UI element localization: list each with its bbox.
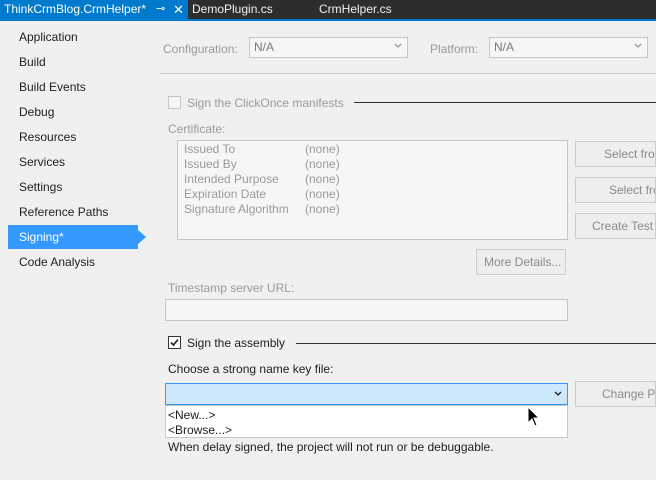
configuration-label: Configuration:	[163, 42, 238, 56]
certificate-label: Certificate:	[168, 122, 226, 136]
cert-intended-purpose: Intended Purpose (none)	[184, 172, 340, 186]
nav-item-reference-paths[interactable]: Reference Paths	[8, 200, 138, 224]
configuration-select[interactable]: N/A	[249, 37, 408, 58]
cert-issued-by: Issued By (none)	[184, 157, 340, 171]
dropdown-option-new[interactable]: <New...>	[168, 407, 215, 423]
nav-item-signing[interactable]: Signing*	[8, 225, 138, 249]
chevron-down-icon	[394, 43, 402, 48]
create-test-certificate-button[interactable]: Create Test Certificate...	[575, 213, 656, 239]
certificate-details-box: Issued To (none) Issued By (none) Intended…	[177, 140, 568, 240]
platform-value: N/A	[494, 40, 515, 54]
tab-title: CrmHelper.cs	[319, 2, 392, 16]
cert-expiration-date: Expiration Date (none)	[184, 187, 340, 201]
sign-assembly-label: Sign the assembly	[187, 336, 286, 350]
close-icon[interactable]: ✕	[173, 0, 184, 19]
pin-icon[interactable]: ⊸	[156, 0, 165, 19]
platform-select[interactable]: N/A	[489, 37, 648, 58]
sign-manifests-label: Sign the ClickOnce manifests	[187, 96, 344, 110]
property-pages-nav: Application Build Build Events Debug Res…	[0, 21, 150, 480]
dropdown-option-browse[interactable]: <Browse...>	[168, 422, 232, 438]
chevron-down-icon	[554, 391, 562, 396]
configuration-value: N/A	[254, 40, 275, 54]
tab-thinkcrmblog-crmhelper[interactable]: ThinkCrmBlog.CrmHelper* ⊸ ✕	[0, 0, 188, 19]
select-from-file-button[interactable]: Select from File...	[575, 177, 656, 203]
tab-crmhelper[interactable]: CrmHelper.cs	[319, 0, 419, 19]
clickonce-divider	[354, 102, 656, 103]
chevron-down-icon	[634, 43, 642, 48]
key-file-label: Choose a strong name key file:	[168, 362, 334, 376]
tab-title: DemoPlugin.cs	[192, 2, 273, 16]
nav-item-services[interactable]: Services	[8, 150, 138, 174]
cert-issued-to: Issued To (none)	[184, 142, 340, 156]
sign-assembly-checkbox[interactable]	[168, 336, 181, 349]
nav-item-build-events[interactable]: Build Events	[8, 75, 138, 99]
cert-signature-algorithm: Signature Algorithm (none)	[184, 202, 340, 216]
timestamp-label: Timestamp server URL:	[168, 281, 295, 295]
sign-manifests-checkbox[interactable]	[168, 96, 181, 109]
nav-item-settings[interactable]: Settings	[8, 175, 138, 199]
more-details-button[interactable]: More Details...	[476, 249, 566, 275]
selected-arrow-icon	[138, 230, 146, 244]
select-from-store-button[interactable]: Select from Store...	[575, 141, 656, 167]
tab-demoplugin[interactable]: DemoPlugin.cs	[192, 0, 302, 19]
delay-sign-note: When delay signed, the project will not …	[168, 440, 494, 454]
mouse-cursor-icon	[527, 406, 541, 427]
tab-title: ThinkCrmBlog.CrmHelper*	[4, 2, 147, 16]
change-password-button[interactable]: Change Password...	[575, 381, 656, 407]
checkmark-icon	[170, 338, 179, 347]
config-divider	[160, 73, 656, 74]
nav-item-resources[interactable]: Resources	[8, 125, 138, 149]
key-file-dropdown: <New...> <Browse...>	[165, 405, 568, 438]
nav-item-application[interactable]: Application	[8, 25, 138, 49]
nav-item-build[interactable]: Build	[8, 50, 138, 74]
platform-label: Platform:	[430, 42, 479, 56]
document-tab-bar: ThinkCrmBlog.CrmHelper* ⊸ ✕ DemoPlugin.c…	[0, 0, 656, 19]
assembly-divider	[296, 343, 656, 344]
key-file-select[interactable]	[165, 383, 568, 405]
nav-item-code-analysis[interactable]: Code Analysis	[8, 250, 138, 274]
nav-item-debug[interactable]: Debug	[8, 100, 138, 124]
timestamp-url-input[interactable]	[165, 299, 568, 321]
